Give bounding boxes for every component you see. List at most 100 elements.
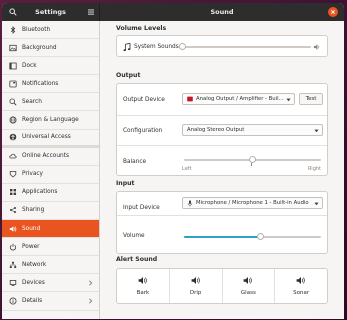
sound-panel: Volume Levels System Sounds Output Outpu…: [100, 21, 344, 319]
balance-left-label: Left: [182, 166, 192, 172]
sidebar-title: Settings: [35, 8, 66, 16]
section-title-output: Output: [116, 72, 141, 79]
bluetooth-icon: [10, 25, 16, 34]
dropdown-caret-icon: [314, 129, 319, 133]
alert-option-label: Sonar: [293, 290, 310, 296]
speaker-icon: [243, 277, 253, 284]
system-sounds-slider[interactable]: [179, 43, 311, 50]
output-device-label: Output Device: [123, 96, 165, 103]
close-button[interactable]: [328, 7, 338, 17]
speaker-icon: [313, 44, 320, 50]
input-device-value: Microphone / Microphone 1 - Built-in Aud…: [196, 200, 309, 206]
close-icon: [330, 9, 336, 15]
alert-option-drip[interactable]: Drip: [170, 269, 223, 303]
notifications-icon: [9, 80, 17, 88]
speaker-icon: [191, 277, 200, 284]
sidebar-item-devices[interactable]: Devices: [2, 274, 99, 293]
chevron-right-icon: [89, 280, 93, 286]
speaker-icon: [296, 277, 305, 284]
input-device-select[interactable]: Microphone / Microphone 1 - Built-in Aud…: [182, 197, 323, 209]
sidebar-item-search[interactable]: Search: [2, 93, 99, 112]
details-icon: [9, 297, 17, 305]
sidebar-item-label: Search: [22, 98, 42, 105]
applications-icon: [10, 189, 16, 196]
sidebar-item-details[interactable]: Details: [2, 292, 99, 311]
balance-center-tick: [251, 163, 252, 166]
sidebar-item-bluetooth[interactable]: Bluetooth: [2, 21, 99, 40]
system-sounds-slider-handle[interactable]: [179, 43, 186, 50]
configuration-select[interactable]: Analog Stereo Output: [182, 124, 323, 136]
sidebar-item-label: Sharing: [22, 207, 45, 214]
sidebar-item-label: Devices: [22, 279, 45, 286]
sidebar-header: Settings: [2, 3, 100, 21]
music-note-icon: [123, 42, 131, 51]
sidebar-item-notifications[interactable]: Notifications: [2, 75, 99, 94]
privacy-icon: [9, 171, 17, 178]
sidebar-item-label: Online Accounts: [22, 153, 69, 160]
alert-option-bark[interactable]: Bark: [117, 269, 170, 303]
input-volume-slider[interactable]: [184, 233, 321, 240]
sidebar-item-label: Privacy: [22, 171, 43, 178]
search-icon: [9, 98, 17, 106]
dropdown-caret-icon: [314, 202, 319, 206]
output-device-select[interactable]: Analog Output / Amplifier - Buil...: [182, 93, 295, 105]
chevron-right-icon: [89, 298, 93, 304]
region-icon: [9, 116, 17, 124]
network-icon: [9, 261, 17, 268]
alert-option-label: Bark: [136, 290, 150, 296]
alert-option-label: Glass: [240, 290, 256, 296]
sidebar-item-network[interactable]: Network: [2, 256, 99, 275]
dropdown-caret-icon: [286, 98, 291, 102]
sidebar-item-background[interactable]: Background: [2, 39, 99, 58]
alert-option-sonar[interactable]: Sonar: [275, 269, 327, 303]
input-volume-slider-fill: [184, 236, 261, 238]
background-icon: [9, 44, 17, 51]
balance-slider-handle[interactable]: [249, 156, 256, 163]
alert-sound-options: Bark Drip Glass Sonar: [117, 269, 327, 303]
alert-option-glass[interactable]: Glass: [223, 269, 276, 303]
sidebar-item-label: Region & Language: [22, 117, 79, 124]
alert-option-label: Drip: [189, 290, 202, 296]
test-button[interactable]: Test: [299, 93, 323, 105]
balance-label: Balance: [123, 158, 147, 165]
sidebar-item-region-language[interactable]: Region & Language: [2, 111, 99, 130]
sidebar-item-label: Background: [22, 44, 57, 51]
sidebar-item-label: Network: [22, 261, 47, 268]
alert-sound-card: Bark Drip Glass Sonar: [116, 268, 328, 304]
sidebar-item-label: Power: [22, 243, 40, 250]
sidebar-item-power[interactable]: Power: [2, 238, 99, 257]
online-accounts-icon: [9, 154, 17, 159]
hamburger-menu-icon[interactable]: [87, 8, 95, 16]
sidebar: Bluetooth Background Dock Notifications …: [2, 21, 100, 319]
configuration-label: Configuration: [123, 127, 163, 134]
section-title-input: Input: [116, 180, 135, 187]
dock-icon: [9, 62, 17, 70]
sidebar-item-privacy[interactable]: Privacy: [2, 166, 99, 184]
devices-icon: [9, 279, 17, 286]
sidebar-item-sound[interactable]: Sound: [2, 220, 99, 239]
sidebar-item-applications[interactable]: Applications: [2, 184, 99, 202]
audio-card-icon: [187, 96, 193, 102]
balance-right-label: Right: [307, 166, 321, 172]
sidebar-item-label: Applications: [22, 189, 58, 196]
sidebar-item-universal-access[interactable]: Universal Access: [2, 130, 99, 148]
sidebar-item-sharing[interactable]: Sharing: [2, 202, 99, 221]
panel-header: Sound: [100, 3, 344, 21]
speaker-icon: [138, 277, 147, 284]
output-card: Output Device Analog Output / Amplifier …: [116, 83, 328, 176]
input-device-label: Input Device: [123, 204, 160, 211]
sidebar-item-label: Details: [22, 297, 43, 304]
section-title-alert-sound: Alert Sound: [116, 256, 158, 263]
sidebar-item-label: Dock: [22, 62, 37, 69]
volume-levels-card: System Sounds: [116, 35, 328, 57]
balance-row: Balance: [117, 146, 327, 177]
sidebar-item-online-accounts[interactable]: Online Accounts: [2, 148, 99, 166]
balance-slider[interactable]: [184, 156, 321, 163]
sidebar-item-label: Notifications: [22, 80, 59, 87]
sound-icon: [9, 225, 17, 232]
microphone-icon: [187, 199, 193, 207]
panel-title: Sound: [210, 8, 234, 16]
universal-access-icon: [9, 133, 17, 141]
power-icon: [9, 243, 17, 251]
sidebar-item-dock[interactable]: Dock: [2, 57, 99, 76]
